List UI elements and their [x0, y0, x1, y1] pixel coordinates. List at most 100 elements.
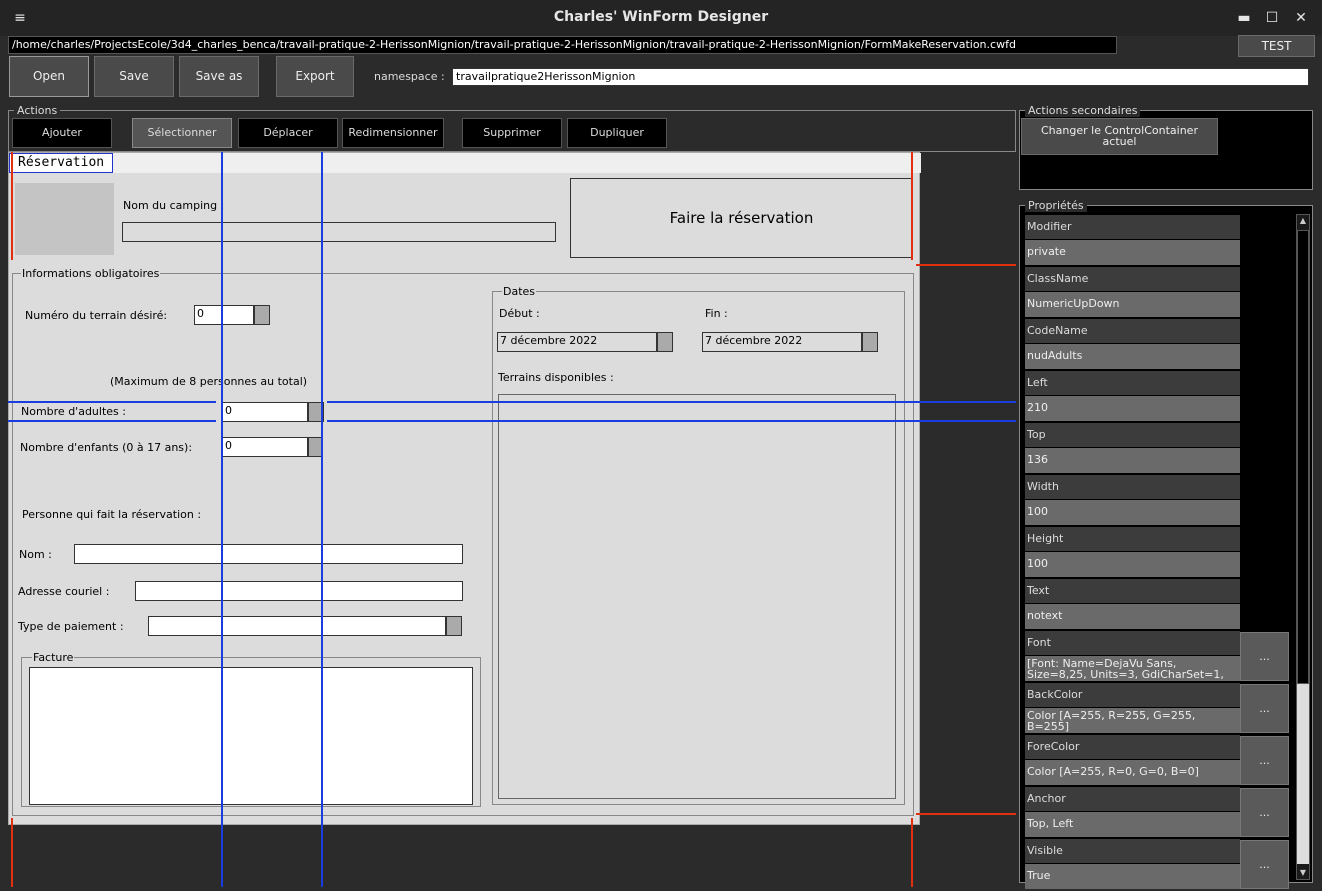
- selection-guide-left: [221, 152, 223, 887]
- payment-label: Type de paiement :: [18, 620, 124, 633]
- property-name-visible: Visible: [1025, 839, 1240, 863]
- move-button[interactable]: Déplacer: [238, 118, 338, 148]
- form-title: Réservation: [9, 153, 114, 173]
- namespace-input[interactable]: travailpratique2HerissonMignion: [452, 68, 1309, 86]
- file-path-field[interactable]: /home/charles/ProjectsEcole/3d4_charles_…: [8, 36, 1117, 54]
- anchor-line-left-top: [11, 152, 13, 260]
- properties-title: Propriétés: [1025, 199, 1087, 212]
- scroll-up-icon[interactable]: ▲: [1297, 214, 1309, 227]
- open-button[interactable]: Open: [9, 56, 89, 97]
- end-label: Fin :: [705, 307, 728, 320]
- anchor-line-right-bottom: [911, 818, 913, 887]
- dates-title: Dates: [502, 285, 537, 298]
- scrollbar-thumb[interactable]: [1297, 684, 1309, 864]
- duplicate-button[interactable]: Dupliquer: [567, 118, 667, 148]
- adults-input[interactable]: 0: [222, 402, 308, 422]
- property-edit-button-backcolor[interactable]: ...: [1240, 684, 1289, 733]
- property-value-modifier[interactable]: private: [1025, 240, 1240, 265]
- property-name-codename: CodeName: [1025, 319, 1240, 343]
- start-label: Début :: [499, 307, 540, 320]
- property-value-height[interactable]: 100: [1025, 552, 1240, 577]
- namespace-label: namespace :: [374, 70, 445, 83]
- property-name-top: Top: [1025, 423, 1240, 447]
- property-name-backcolor: BackColor: [1025, 683, 1240, 707]
- selection-guide-bottom-a: [8, 420, 216, 422]
- anchor-line-right-top: [911, 152, 913, 260]
- property-name-forecolor: ForeColor: [1025, 735, 1240, 759]
- resize-button[interactable]: Redimensionner: [342, 118, 444, 148]
- email-field[interactable]: [135, 581, 463, 601]
- children-spinner[interactable]: [308, 437, 322, 457]
- property-name-anchor: Anchor: [1025, 787, 1240, 811]
- save-as-button[interactable]: Save as: [179, 56, 259, 97]
- selection-guide-top-a: [8, 401, 216, 403]
- property-value-top[interactable]: 136: [1025, 448, 1240, 473]
- payment-dropdown-icon[interactable]: [446, 616, 462, 636]
- name-field[interactable]: [74, 544, 463, 564]
- anchor-line-h-top: [916, 264, 1016, 266]
- terrain-input[interactable]: 0: [194, 305, 254, 325]
- property-name-width: Width: [1025, 475, 1240, 499]
- property-value-left[interactable]: 210: [1025, 396, 1240, 421]
- property-value-codename[interactable]: nudAdults: [1025, 344, 1240, 369]
- designer-form[interactable]: Réservation Nom du camping : Faire la ré…: [8, 152, 921, 825]
- camping-name-label: Nom du camping :: [123, 199, 225, 212]
- property-value-classname[interactable]: NumericUpDown: [1025, 292, 1240, 317]
- property-value-forecolor[interactable]: Color [A=255, R=0, G=0, B=0]: [1025, 760, 1240, 785]
- select-button[interactable]: Sélectionner: [132, 118, 232, 148]
- end-date-dropdown-icon[interactable]: [862, 332, 878, 352]
- end-date-picker[interactable]: 7 décembre 2022: [702, 332, 862, 352]
- minimize-icon[interactable]: ▬: [1234, 8, 1254, 28]
- property-value-anchor[interactable]: Top, Left: [1025, 812, 1240, 837]
- adults-label: Nombre d'adultes :: [21, 405, 126, 418]
- terrains-list[interactable]: [498, 394, 896, 799]
- property-edit-button-visible[interactable]: ...: [1240, 840, 1289, 889]
- delete-button[interactable]: Supprimer: [462, 118, 562, 148]
- facture-textarea[interactable]: [29, 667, 473, 805]
- facture-title: Facture: [32, 651, 75, 664]
- close-icon[interactable]: ✕: [1291, 8, 1311, 28]
- start-date-dropdown-icon[interactable]: [657, 332, 673, 352]
- window-title: Charles' WinForm Designer: [553, 9, 769, 25]
- anchor-line-h-bottom: [916, 813, 1016, 815]
- scroll-down-icon[interactable]: ▼: [1297, 866, 1309, 879]
- name-label: Nom :: [19, 548, 52, 561]
- reserve-button[interactable]: Faire la réservation: [570, 178, 913, 258]
- person-label: Personne qui fait la réservation :: [22, 508, 202, 521]
- property-edit-button-anchor[interactable]: ...: [1240, 788, 1289, 837]
- property-name-left: Left: [1025, 371, 1240, 395]
- scrollbar-track: [1297, 230, 1309, 684]
- property-value-backcolor[interactable]: Color [A=255, R=255, G=255, B=255]: [1025, 708, 1240, 733]
- property-value-visible[interactable]: True: [1025, 864, 1240, 889]
- terrain-spinner[interactable]: [254, 305, 270, 325]
- add-button[interactable]: Ajouter: [12, 118, 112, 148]
- property-name-height: Height: [1025, 527, 1240, 551]
- form-header: [9, 153, 921, 173]
- property-value-font[interactable]: [Font: Name=DejaVu Sans, Size=8,25, Unit…: [1025, 656, 1240, 681]
- info-group-title: Informations obligatoires: [21, 267, 161, 280]
- anchor-line-left-bottom: [11, 818, 13, 887]
- secondary-actions-title: Actions secondaires: [1025, 104, 1141, 117]
- logo-placeholder: [15, 183, 114, 255]
- selection-guide-top-b: [327, 401, 1016, 403]
- start-date-picker[interactable]: 7 décembre 2022: [497, 332, 657, 352]
- camping-name-field[interactable]: [122, 222, 556, 242]
- change-container-button[interactable]: Changer le ControlContainer actuel: [1021, 118, 1218, 155]
- children-label: Nombre d'enfants (0 à 17 ans):: [20, 441, 193, 454]
- email-label: Adresse couriel :: [18, 585, 110, 598]
- terrains-label: Terrains disponibles :: [498, 371, 614, 384]
- maximize-icon[interactable]: ☐: [1262, 8, 1282, 28]
- export-button[interactable]: Export: [276, 56, 354, 97]
- property-value-text[interactable]: notext: [1025, 604, 1240, 629]
- property-name-text: Text: [1025, 579, 1240, 603]
- test-button[interactable]: TEST: [1238, 35, 1315, 57]
- selection-guide-right: [321, 152, 323, 887]
- terrain-label: Numéro du terrain désiré:: [25, 309, 168, 322]
- property-edit-button-forecolor[interactable]: ...: [1240, 736, 1289, 785]
- property-value-width[interactable]: 100: [1025, 500, 1240, 525]
- children-input[interactable]: 0: [222, 437, 308, 457]
- selection-guide-bottom-b: [327, 420, 1016, 422]
- payment-select[interactable]: [148, 616, 446, 636]
- property-edit-button-font[interactable]: ...: [1240, 632, 1289, 681]
- save-button[interactable]: Save: [94, 56, 174, 97]
